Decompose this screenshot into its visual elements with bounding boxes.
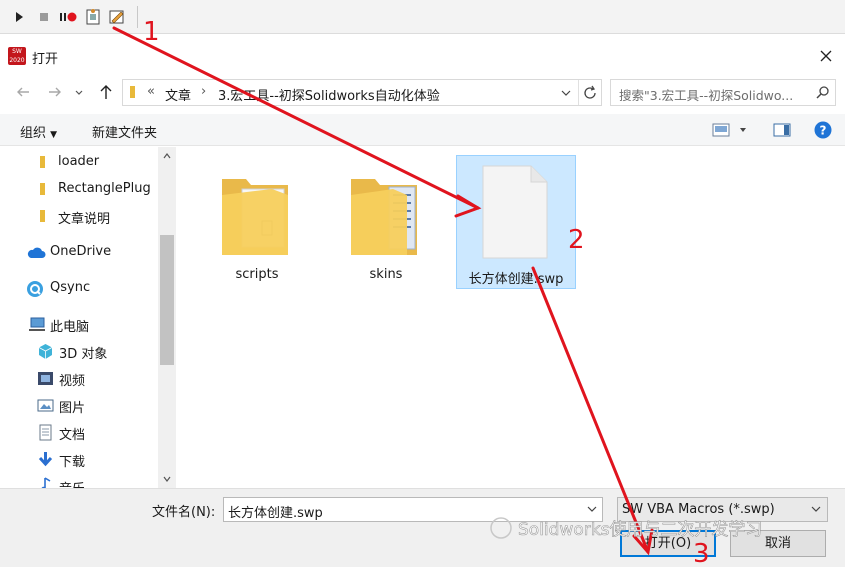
new-macro-icon[interactable] — [84, 8, 102, 26]
sidebar-item-label: OneDrive — [50, 244, 112, 259]
navigation-bar: « 文章 › 3.宏工具--初探Solidworks自动化体验 搜索"3.宏工具… — [0, 75, 845, 111]
sidebar-item-onedrive[interactable]: OneDrive — [0, 240, 158, 264]
dialog-titlebar: SW 2020 打开 — [0, 38, 845, 74]
forward-arrow-icon[interactable] — [46, 83, 64, 101]
picture-icon — [37, 399, 54, 412]
view-options-icon[interactable] — [712, 122, 730, 138]
file-type-chevron-icon[interactable] — [810, 503, 822, 515]
command-bar: 组织 ▼ 新建文件夹 ? — [0, 114, 845, 146]
sidebar-item-pictures[interactable]: 图片 — [0, 393, 158, 417]
filename-input[interactable]: 长方体创建.swp — [223, 497, 603, 522]
sidebar-item-music[interactable]: 音乐 — [0, 474, 158, 488]
download-icon — [38, 452, 53, 467]
folder-icon — [130, 86, 135, 98]
breadcrumb-overflow-icon[interactable]: « — [147, 84, 155, 99]
sidebar-item-this-pc[interactable]: 此电脑 — [0, 312, 158, 336]
sidebar-item-videos[interactable]: 视频 — [0, 366, 158, 390]
breadcrumb-separator-icon: › — [201, 84, 207, 99]
edit-macro-icon[interactable] — [108, 8, 126, 26]
sidebar-item-label: 文档 — [59, 428, 86, 443]
file-item-skins[interactable]: skins — [327, 155, 445, 287]
toolbar-separator — [137, 6, 138, 28]
new-folder-button[interactable]: 新建文件夹 — [92, 122, 157, 141]
file-type-value: SW VBA Macros (*.swp) — [622, 502, 775, 517]
sidebar-item-label: 3D 对象 — [59, 347, 108, 362]
cloud-icon — [27, 247, 46, 258]
sidebar-item-loader[interactable]: loader — [0, 150, 158, 174]
pause-record-icon[interactable] — [57, 8, 79, 26]
document-icon — [39, 424, 52, 441]
sidebar-scrollbar[interactable] — [158, 147, 176, 488]
close-icon[interactable] — [817, 47, 835, 65]
sidebar-item-label: 下载 — [59, 455, 86, 470]
filename-value[interactable]: 长方体创建.swp — [228, 502, 323, 521]
open-button[interactable]: 打开(O) — [620, 530, 716, 557]
refresh-icon[interactable] — [582, 85, 598, 101]
bottom-panel: 文件名(N): 长方体创建.swp SW VBA Macros (*.swp) … — [0, 488, 845, 567]
folder-icon — [40, 210, 45, 222]
scroll-up-arrow-icon[interactable] — [162, 151, 172, 161]
computer-icon — [29, 317, 45, 331]
file-name: skins — [369, 267, 403, 282]
file-list: scripts skins 长方体创建.swp — [176, 147, 845, 488]
sidebar-item-label: 音乐 — [59, 478, 85, 488]
sidebar-item-rectangleplug[interactable]: RectanglePlug — [0, 177, 158, 201]
cancel-button[interactable]: 取消 — [730, 530, 826, 557]
sidebar-item-article-notes[interactable]: 文章说明 — [0, 204, 158, 228]
breadcrumb-root[interactable]: 文章 — [165, 85, 191, 104]
file-type-select[interactable]: SW VBA Macros (*.swp) — [617, 497, 828, 522]
help-icon[interactable]: ? — [814, 121, 832, 139]
cube-icon — [38, 344, 53, 359]
stop-icon[interactable] — [35, 8, 53, 26]
search-box[interactable]: 搜索"3.宏工具--初探Solidwo... — [610, 79, 836, 106]
organize-button[interactable]: 组织 ▼ — [20, 122, 57, 141]
sidebar-item-downloads[interactable]: 下载 — [0, 447, 158, 471]
sidebar-item-label: 视频 — [59, 374, 86, 389]
search-icon[interactable] — [815, 85, 830, 100]
scroll-down-arrow-icon[interactable] — [162, 474, 172, 484]
sidebar-item-documents[interactable]: 文档 — [0, 420, 158, 444]
folder-large-icon — [351, 179, 417, 255]
sidebar-item-label: Qsync — [50, 280, 91, 295]
folder-large-icon — [222, 179, 288, 255]
filename-label: 文件名(N): — [152, 505, 216, 520]
folder-icon — [40, 183, 45, 195]
back-arrow-icon[interactable] — [14, 83, 32, 101]
sidebar-item-label: loader — [58, 154, 100, 169]
file-name: scripts — [235, 267, 279, 282]
recent-locations-chevron-icon[interactable] — [74, 83, 84, 101]
preview-pane-icon[interactable] — [773, 122, 791, 138]
up-arrow-icon[interactable] — [97, 83, 115, 101]
file-item-swp[interactable]: 长方体创建.swp — [456, 155, 576, 289]
solidworks-app-icon: SW 2020 — [8, 47, 26, 65]
qsync-icon — [27, 281, 43, 297]
sidebar-item-label: 此电脑 — [50, 320, 90, 335]
filename-dropdown-chevron-icon[interactable] — [586, 503, 598, 515]
address-bar[interactable]: « 文章 › 3.宏工具--初探Solidworks自动化体验 — [122, 79, 602, 106]
file-item-scripts[interactable]: scripts — [198, 155, 316, 287]
sidebar-item-label: 图片 — [59, 401, 86, 416]
organize-label: 组织 — [20, 126, 47, 141]
view-dropdown-chevron-icon[interactable] — [738, 124, 748, 136]
dialog-title: 打开 — [32, 52, 59, 67]
play-icon[interactable] — [10, 8, 28, 26]
sidebar-item-qsync[interactable]: Qsync — [0, 276, 158, 300]
scrollbar-thumb[interactable] — [160, 235, 174, 365]
file-name: 长方体创建.swp — [468, 272, 564, 287]
music-icon — [41, 477, 51, 488]
search-placeholder[interactable]: 搜索"3.宏工具--初探Solidwo... — [619, 85, 793, 104]
sidebar-item-label: RectanglePlug — [58, 181, 151, 196]
navigation-pane: loader RectanglePlug 文章说明 OneDrive Qsync… — [0, 147, 176, 488]
address-divider — [578, 80, 579, 105]
sidebar-item-3d-objects[interactable]: 3D 对象 — [0, 339, 158, 363]
folder-icon — [40, 156, 45, 168]
sidebar-item-label: 文章说明 — [58, 212, 111, 227]
breadcrumb-current[interactable]: 3.宏工具--初探Solidworks自动化体验 — [218, 85, 440, 104]
video-icon — [38, 372, 53, 385]
address-dropdown-chevron-icon[interactable] — [559, 86, 573, 100]
macro-toolbar — [0, 0, 845, 34]
organize-chevron-icon: ▼ — [50, 130, 58, 140]
svg-text:?: ? — [820, 124, 827, 138]
generic-file-icon — [482, 165, 548, 259]
